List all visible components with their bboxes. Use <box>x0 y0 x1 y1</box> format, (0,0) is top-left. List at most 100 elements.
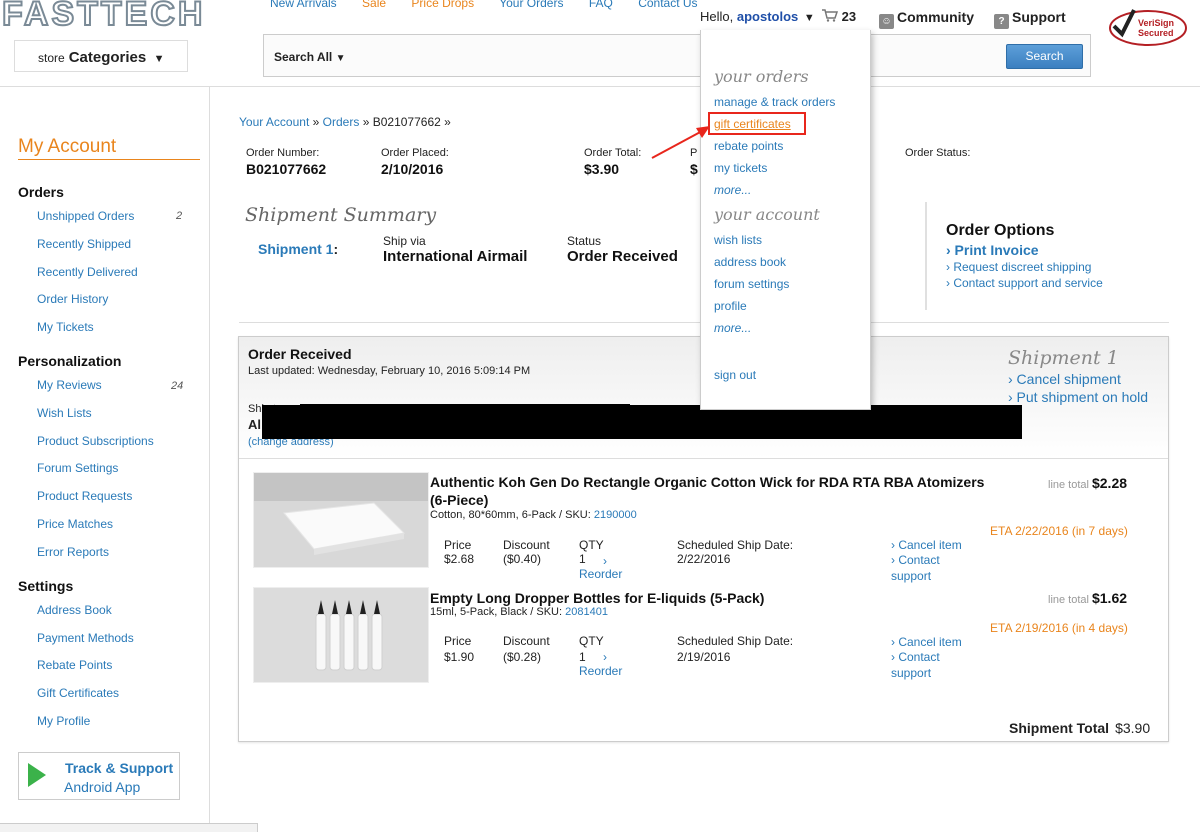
breadcrumb-orders[interactable]: Orders <box>323 115 360 129</box>
categories-prefix: store <box>38 51 65 65</box>
cotton-pad-image <box>254 473 428 567</box>
sidebar-item-error-reports[interactable]: Error Reports <box>37 545 109 559</box>
sidebar-item-wish-lists[interactable]: Wish Lists <box>37 406 92 420</box>
discount-label: Discount <box>503 634 550 648</box>
contact-support-item-link-2[interactable]: support <box>891 666 931 681</box>
shipment-1-label: Shipment 1 <box>258 241 334 257</box>
order-status-label: Order Status: <box>905 147 971 159</box>
product-variant: Cotton, 80*60mm, 6-Pack / SKU: <box>430 509 591 521</box>
question-icon: ? <box>994 14 1009 29</box>
product-subtitle: 15ml, 5-Pack, Black / SKU: 2081401 <box>430 606 608 618</box>
dropdown-profile[interactable]: profile <box>714 299 747 313</box>
dropdown-gift-certificates[interactable]: gift certificates <box>714 117 791 131</box>
sidebar-item-unshipped-orders[interactable]: Unshipped Orders <box>37 209 134 223</box>
dropdown-sign-out[interactable]: sign out <box>714 368 756 382</box>
cancel-shipment-link[interactable]: › Cancel shipment <box>1008 371 1121 387</box>
sidebar-item-product-subscriptions[interactable]: Product Subscriptions <box>37 434 154 448</box>
dropdown-account-more[interactable]: more... <box>714 321 751 335</box>
breadcrumb-your-account[interactable]: Your Account <box>239 115 309 129</box>
contact-support-item-link[interactable]: › Contact <box>891 553 940 568</box>
ship-date-value: 2/19/2016 <box>677 650 731 664</box>
order-number-label: Order Number: <box>246 147 320 159</box>
product-image-bottles[interactable] <box>253 587 429 683</box>
contact-support-item-link-2[interactable]: support <box>891 569 931 584</box>
sidebar-item-rebate-points[interactable]: Rebate Points <box>37 658 112 672</box>
line-total-label: line total <box>1048 594 1089 606</box>
android-app-badge[interactable]: Track & Support Android App <box>18 752 180 800</box>
dropdown-address-book[interactable]: address book <box>714 255 786 269</box>
search-scope-select[interactable]: Search All ▼ <box>274 50 346 64</box>
sidebar-item-gift-certificates[interactable]: Gift Certificates <box>37 686 119 700</box>
nav-contact-us[interactable]: Contact Us <box>638 0 697 10</box>
search-bar[interactable] <box>263 34 1091 77</box>
cancel-item-link[interactable]: › Cancel item <box>891 538 962 553</box>
product-title[interactable]: Empty Long Dropper Bottles for E-liquids… <box>430 589 990 607</box>
reviews-count: 24 <box>171 380 184 392</box>
product-sku-link[interactable]: 2081401 <box>565 606 608 618</box>
shipment-1-link[interactable]: Shipment 1: <box>258 241 338 257</box>
sidebar-item-order-history[interactable]: Order History <box>37 292 108 306</box>
request-discreet-shipping-link[interactable]: › Request discreet shipping <box>946 260 1091 274</box>
product-title[interactable]: Authentic Koh Gen Do Rectangle Organic C… <box>430 473 1000 509</box>
support-label: Support <box>1012 9 1066 25</box>
ship-via-label: Ship via <box>383 234 426 248</box>
sidebar-item-price-matches[interactable]: Price Matches <box>37 517 113 531</box>
dropdown-your-orders-heading: your orders <box>714 67 809 86</box>
fasttech-logo[interactable]: FASTTECH <box>0 0 225 32</box>
product-sku-link[interactable]: 2190000 <box>594 509 637 521</box>
top-navigation: New Arrivals Sale Price Drops Your Order… <box>270 0 720 10</box>
username[interactable]: apostolos <box>737 9 798 24</box>
cart-button[interactable]: 23 <box>822 9 856 24</box>
line-total: line total $1.62 <box>1048 590 1127 606</box>
sidebar-item-recently-shipped[interactable]: Recently Shipped <box>37 237 131 251</box>
categories-dropdown[interactable]: store Categories ▼ <box>14 40 188 72</box>
status-label: Status <box>567 234 602 248</box>
reorder-link[interactable]: Reorder <box>579 664 622 679</box>
cancel-item-link[interactable]: › Cancel item <box>891 635 962 650</box>
verisign-seal-icon[interactable]: VeriSign Secured <box>1108 6 1188 48</box>
android-app-line1: Track & Support <box>65 760 174 776</box>
sidebar-item-payment-methods[interactable]: Payment Methods <box>37 631 134 645</box>
order-number: B021077662 <box>246 161 327 177</box>
sidebar-item-address-book[interactable]: Address Book <box>37 603 112 617</box>
search-button[interactable]: Search <box>1006 44 1083 69</box>
dropdown-wish-lists[interactable]: wish lists <box>714 233 762 247</box>
dropdown-orders-more[interactable]: more... <box>714 183 751 197</box>
order-options-title: Order Options <box>946 222 1055 239</box>
sidebar-item-product-requests[interactable]: Product Requests <box>37 489 132 503</box>
logo-text: FASTTECH <box>2 0 205 32</box>
nav-sale[interactable]: Sale <box>362 0 386 10</box>
reorder-link[interactable]: Reorder <box>579 567 622 582</box>
categories-label: Categories <box>68 49 147 66</box>
annotation-arrow-icon <box>651 126 710 159</box>
qty-label: QTY <box>579 538 604 552</box>
sidebar-item-recently-delivered[interactable]: Recently Delivered <box>37 265 138 279</box>
dropdown-forum-settings[interactable]: forum settings <box>714 277 789 291</box>
sidebar-item-forum-settings[interactable]: Forum Settings <box>37 461 118 475</box>
account-menu-trigger[interactable]: Hello, apostolos ▼ <box>700 9 815 24</box>
dropdown-rebate-points[interactable]: rebate points <box>714 139 783 153</box>
sidebar-item-my-reviews[interactable]: My Reviews <box>37 378 102 392</box>
reorder-arrow-icon[interactable]: › <box>603 650 607 665</box>
hold-shipment-link[interactable]: › Put shipment on hold <box>1008 389 1148 405</box>
support-link[interactable]: ? Support <box>994 9 1066 29</box>
community-link[interactable]: ☺ Community <box>879 9 974 29</box>
sidebar-item-my-profile[interactable]: My Profile <box>37 714 90 728</box>
dropdown-manage-orders[interactable]: manage & track orders <box>714 95 835 109</box>
ship-date-label: Scheduled Ship Date: <box>677 538 794 552</box>
order-total: $3.90 <box>584 161 620 177</box>
sidebar-title: My Account <box>18 136 200 160</box>
order-placed: 2/10/2016 <box>381 161 444 177</box>
dropdown-my-tickets[interactable]: my tickets <box>714 161 767 175</box>
nav-faq[interactable]: FAQ <box>589 0 613 10</box>
nav-price-drops[interactable]: Price Drops <box>411 0 474 10</box>
print-invoice-link[interactable]: › Print Invoice <box>946 242 1039 258</box>
contact-support-item-link[interactable]: › Contact <box>891 650 940 665</box>
nav-new-arrivals[interactable]: New Arrivals <box>270 0 337 10</box>
nav-your-orders[interactable]: Your Orders <box>499 0 563 10</box>
sidebar-item-my-tickets[interactable]: My Tickets <box>37 320 94 334</box>
product-image-cotton[interactable] <box>253 472 429 568</box>
hello-label: Hello, <box>700 9 734 24</box>
caret-down-icon[interactable]: ▼ <box>804 12 815 24</box>
contact-support-link[interactable]: › Contact support and service <box>946 276 1103 290</box>
